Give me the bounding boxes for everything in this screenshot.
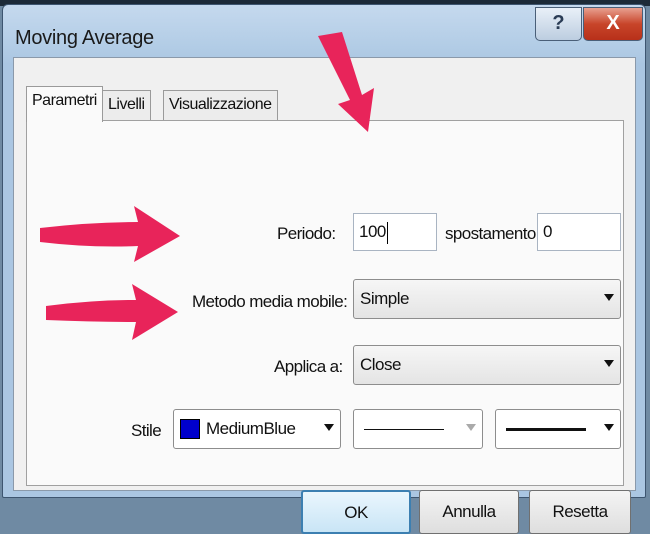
arrow-right-icon bbox=[40, 206, 180, 262]
annotation-arrows bbox=[40, 32, 374, 340]
arrow-right-icon bbox=[46, 284, 178, 340]
arrow-down-icon bbox=[318, 32, 374, 132]
tab-parametri[interactable]: Parametri bbox=[26, 86, 103, 122]
